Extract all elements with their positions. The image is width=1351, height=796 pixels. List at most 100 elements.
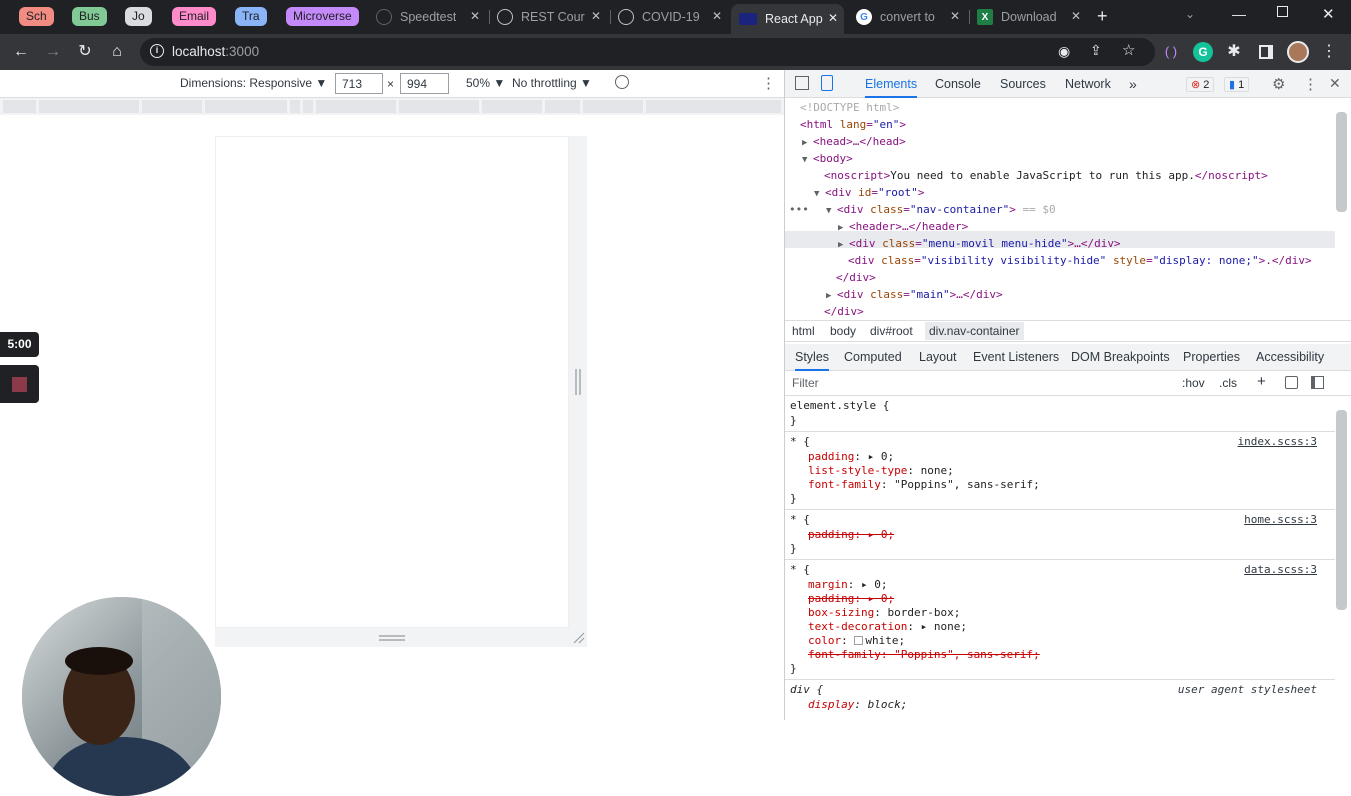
main-node[interactable]: ▶ <div class="main">…</div> (826, 286, 1003, 303)
message-count-badge[interactable]: ▮ 1 (1224, 77, 1250, 92)
head-node[interactable]: ▶ <head>…</head> (802, 133, 906, 150)
hov-toggle[interactable]: :hov (1182, 376, 1205, 390)
close-icon[interactable]: ✕ (712, 9, 722, 23)
media-query-segment[interactable] (303, 100, 313, 113)
error-count-badge[interactable]: ⊗ 2 (1186, 77, 1215, 92)
close-icon[interactable]: ✕ (470, 9, 480, 23)
color-swatch[interactable] (854, 636, 864, 645)
media-query-segment[interactable] (399, 100, 479, 113)
tab-network[interactable]: Network (1065, 70, 1111, 98)
source-link-home[interactable]: home.scss:3 (1244, 513, 1317, 526)
filter-input[interactable]: Filter (792, 376, 819, 390)
header-node[interactable]: ▶ <header>…</header> (838, 218, 968, 235)
site-info-icon[interactable]: i (150, 44, 164, 58)
avatar[interactable] (1287, 41, 1309, 63)
stop-recording-button[interactable] (0, 365, 39, 403)
html-node[interactable]: <html lang="en"> (800, 116, 906, 133)
back-arrow-icon[interactable]: ← (10, 41, 32, 63)
tab-rest-course[interactable]: REST Cour ✕ (497, 4, 607, 30)
page-preview[interactable] (215, 136, 569, 628)
element-style-rule[interactable]: element.style { (790, 399, 889, 413)
throttling-select[interactable]: No throttling ▼ (512, 76, 592, 90)
media-query-segment[interactable] (482, 100, 542, 113)
devtools-menu-icon[interactable]: ⋮ (1303, 75, 1318, 93)
media-query-bar[interactable] (0, 98, 784, 115)
decl-padding[interactable]: padding: ▸ 0; (808, 450, 894, 464)
tab-convert[interactable]: G convert to ✕ (856, 4, 966, 30)
universal-rule[interactable]: * { (790, 563, 810, 577)
more-options-icon[interactable]: ⋮ (761, 74, 776, 92)
universal-rule[interactable]: * { (790, 435, 810, 449)
decl-list-style[interactable]: list-style-type: none; (808, 464, 954, 478)
breadcrumb-nav-container[interactable]: div.nav-container (925, 322, 1024, 340)
media-query-segment[interactable] (316, 100, 396, 113)
nav-container-node[interactable]: ▼ <div class="nav-container"> == $0 (826, 201, 1056, 218)
visibility-node[interactable]: <div class="visibility visibility-hide" … (848, 252, 1312, 269)
dimensions-select[interactable]: Dimensions: Responsive ▼ (180, 76, 327, 90)
resize-corner-icon[interactable] (571, 630, 585, 644)
styles-scrollbar[interactable] (1336, 410, 1347, 610)
resize-handle-bottom[interactable] (379, 635, 405, 641)
subtab-event-listeners[interactable]: Event Listeners (973, 344, 1059, 371)
subtab-dom-breakpoints[interactable]: DOM Breakpoints (1071, 344, 1170, 371)
inspect-element-icon[interactable] (795, 76, 809, 90)
decl-color[interactable]: color: white; (808, 634, 905, 648)
media-query-segment[interactable] (545, 100, 580, 113)
window-close-icon[interactable]: ✕ (1322, 5, 1335, 23)
computed-styles-icon[interactable] (1285, 376, 1298, 389)
new-tab-plus-icon[interactable]: + (1097, 6, 1108, 27)
tab-elements[interactable]: Elements (865, 70, 918, 98)
tab-covid[interactable]: COVID-19 ✕ (618, 4, 728, 30)
tab-group-tra[interactable]: Tra (235, 7, 267, 26)
share-icon[interactable]: ⇪ (1090, 42, 1102, 59)
extensions-puzzle-icon[interactable]: ✱ (1223, 41, 1245, 63)
subtab-accessibility[interactable]: Accessibility (1256, 344, 1324, 371)
noscript-node[interactable]: <noscript>You need to enable JavaScript … (824, 167, 1268, 184)
div-ua-rule[interactable]: div { (790, 683, 823, 697)
toggle-sidebar-icon[interactable] (1311, 376, 1324, 389)
tab-group-microverse[interactable]: Microverse (286, 7, 359, 26)
decl-box-sizing[interactable]: box-sizing: border-box; (808, 606, 960, 620)
subtab-properties[interactable]: Properties (1183, 344, 1240, 371)
breadcrumb-html[interactable]: html (792, 324, 815, 338)
dom-scrollbar[interactable] (1336, 112, 1347, 212)
new-rule-button[interactable]: + (1257, 373, 1266, 390)
extension-brackets-icon[interactable]: ( ) (1160, 41, 1182, 63)
row-actions-dots[interactable]: ••• (789, 201, 809, 218)
home-icon[interactable]: ⌂ (106, 41, 128, 63)
tab-console[interactable]: Console (935, 70, 981, 98)
tab-download[interactable]: X Download ✕ (977, 4, 1087, 30)
collapse-triangle-icon[interactable]: ▼ (802, 152, 813, 169)
eye-icon[interactable]: ◉ (1058, 43, 1070, 60)
body-node[interactable]: ▼ <body> (802, 150, 853, 167)
source-link-index[interactable]: index.scss:3 (1238, 435, 1317, 448)
decl-margin[interactable]: margin: ▸ 0; (808, 578, 888, 592)
close-icon[interactable]: ✕ (950, 9, 960, 23)
tab-search-chevron-icon[interactable]: ⌄ (1185, 7, 1195, 21)
device-height-input[interactable] (400, 73, 449, 94)
media-query-segment[interactable] (142, 100, 202, 113)
root-close-tag[interactable]: </div> (824, 303, 864, 320)
tab-group-bus[interactable]: Bus (72, 7, 107, 26)
decl-padding-overridden[interactable]: padding: ▸ 0; (808, 592, 894, 606)
subtab-computed[interactable]: Computed (844, 344, 902, 371)
reload-icon[interactable]: ↻ (74, 41, 96, 63)
tab-sources[interactable]: Sources (1000, 70, 1046, 98)
tab-group-jo[interactable]: Jo (125, 7, 152, 26)
universal-rule[interactable]: * { (790, 513, 810, 527)
side-panel-icon[interactable] (1259, 45, 1273, 59)
menu-movil-node[interactable]: ▶ <div class="menu-movil menu-hide">…</di… (838, 235, 1121, 252)
zoom-select[interactable]: 50% ▼ (466, 76, 505, 90)
media-query-segment[interactable] (205, 100, 287, 113)
collapse-triangle-icon[interactable]: ▼ (814, 186, 825, 203)
tab-react-app[interactable]: React App ✕ (731, 4, 844, 34)
breadcrumb-body[interactable]: body (830, 324, 856, 338)
source-link-data[interactable]: data.scss:3 (1244, 563, 1317, 576)
media-query-segment[interactable] (39, 100, 139, 113)
forward-arrow-icon[interactable]: → (42, 41, 64, 63)
rotate-icon[interactable] (615, 75, 629, 89)
media-query-segment[interactable] (583, 100, 643, 113)
decl-font-family[interactable]: font-family: "Poppins", sans-serif; (808, 478, 1040, 492)
subtab-styles[interactable]: Styles (795, 344, 830, 371)
root-node[interactable]: ▼ <div id="root"> (814, 184, 924, 201)
